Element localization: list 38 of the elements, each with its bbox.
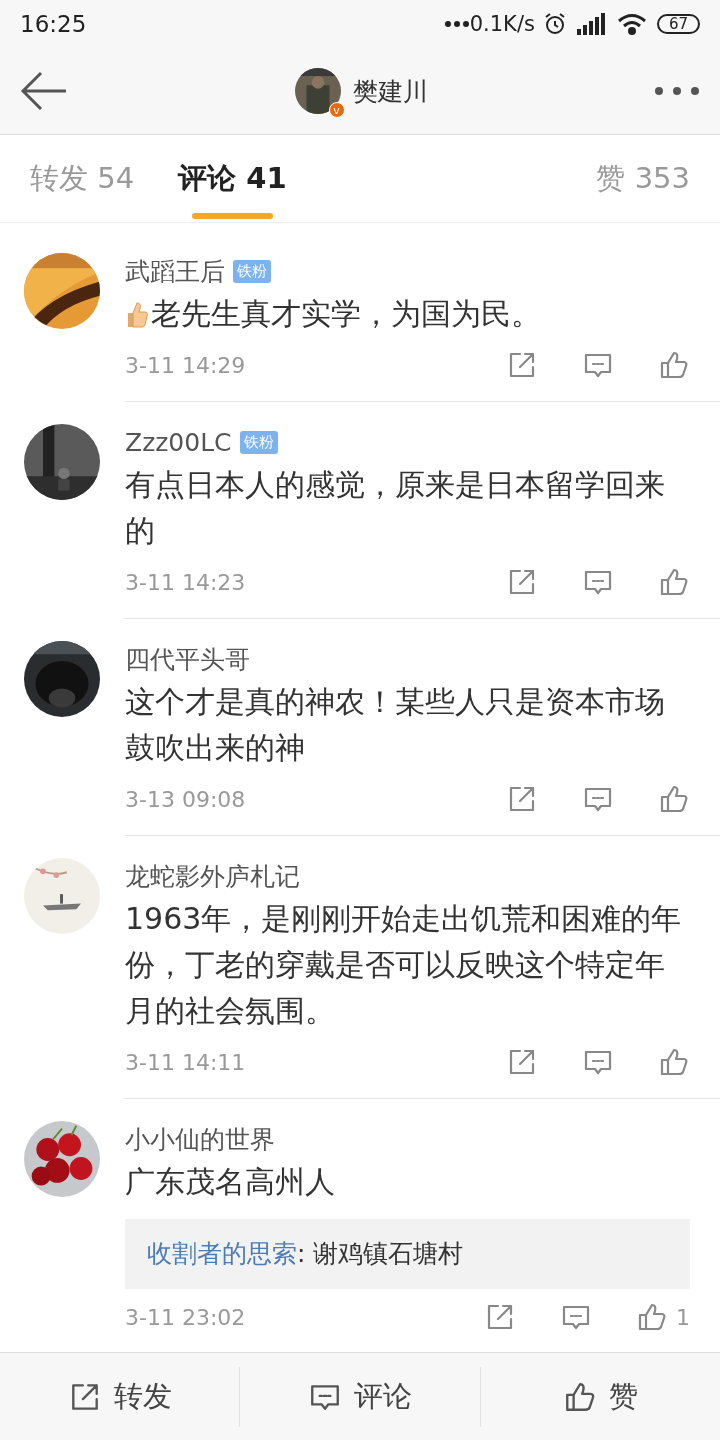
thumbs-up-icon[interactable] xyxy=(658,349,690,381)
comment-author[interactable]: 四代平头哥 xyxy=(125,642,250,676)
network-speed: 0.1K/s xyxy=(469,12,535,36)
comment-text: 这个才是真的神农！某些人只是资本市场鼓吹出来的神 xyxy=(125,683,666,767)
comment-text: 老先生真才实学，为国为民。 xyxy=(151,295,541,333)
signal-icon xyxy=(576,13,607,35)
thumbs-up-icon[interactable] xyxy=(658,566,690,598)
reply-box[interactable]: 收割者的思索: 谢鸡镇石塘村 xyxy=(125,1219,690,1289)
comment-author[interactable]: 龙蛇影外庐札记 xyxy=(125,859,300,893)
fan-badge: 铁粉 xyxy=(233,259,271,283)
fan-badge: 铁粉 xyxy=(239,430,278,454)
user-link[interactable]: 收割者的思索 xyxy=(147,1239,297,1268)
tab[interactable]: 评论 41 xyxy=(178,134,287,223)
action-button[interactable]: 评论 xyxy=(239,1366,480,1427)
comment-text: 广东茂名高州人 xyxy=(125,1163,335,1201)
thumbs-up-icon[interactable] xyxy=(658,783,690,815)
dots-icon xyxy=(443,20,470,28)
comment-text: 1963年，是刚刚开始走出饥荒和困难的年份，丁老的穿戴是否可以反映这个特定年月的社会氛围。 xyxy=(125,900,683,1030)
thumbs-up-glyph-icon xyxy=(636,1301,668,1333)
comment-time: 3-11 23:02 xyxy=(125,1304,247,1330)
comment-time: 3-13 09:08 xyxy=(125,786,247,812)
user-name: 樊建川 xyxy=(352,75,428,108)
thumbs-up-icon[interactable] xyxy=(658,1046,690,1078)
more-icon[interactable] xyxy=(654,86,700,96)
comment-author[interactable]: Zzz00LC xyxy=(125,427,232,457)
comment-time: 3-11 14:11 xyxy=(125,1049,247,1075)
comment-author[interactable]: 小小仙的世界 xyxy=(125,1122,275,1156)
comment-time: 3-11 14:23 xyxy=(125,569,247,595)
status-time: 16:25 xyxy=(20,11,87,37)
comment-time: 3-11 14:29 xyxy=(125,352,247,378)
comment-author[interactable]: 武蹈王后 xyxy=(125,254,225,288)
comment-text: 有点日本人的感觉，原来是日本留学回来的 xyxy=(125,466,666,550)
wifi-icon xyxy=(616,13,647,35)
battery-level: 67 xyxy=(656,14,700,34)
action-button[interactable]: 赞 xyxy=(479,1366,720,1427)
back-icon[interactable] xyxy=(20,71,68,111)
action-button[interactable]: 转发 xyxy=(0,1366,240,1427)
reply-text: 收割者的思索: 谢鸡镇石塘村 xyxy=(147,1238,465,1270)
